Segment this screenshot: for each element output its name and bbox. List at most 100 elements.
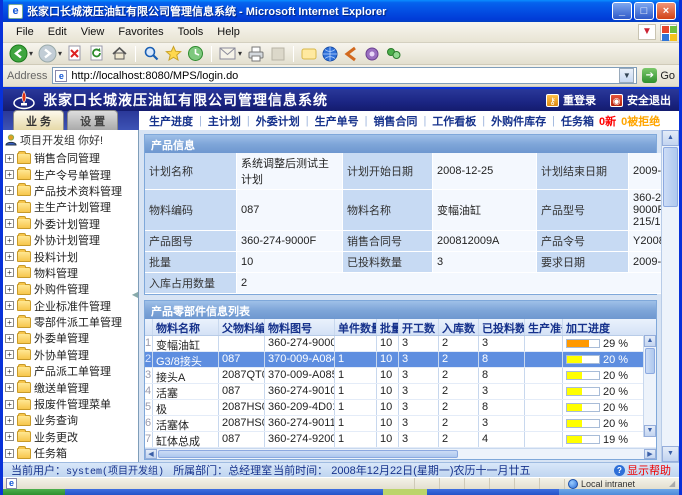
expand-plus-icon[interactable]: + [5, 383, 14, 392]
expand-plus-icon[interactable]: + [5, 285, 14, 294]
scroll-left-icon[interactable]: ◀ [145, 449, 157, 459]
scroll-up-icon[interactable]: ▲ [644, 335, 656, 347]
toolbar-refresh-icon[interactable] [87, 44, 108, 64]
tab-business[interactable]: 业 务 [13, 110, 64, 130]
scrollbar-thumb[interactable] [645, 348, 655, 374]
table-row[interactable]: 6活塞体2087HS002360-274-9011W11032320 % [145, 416, 656, 432]
toolbar-favorites-icon[interactable] [163, 44, 184, 64]
close-button[interactable]: × [656, 2, 676, 20]
sidebar-item-10[interactable]: +企业标准件管理 [5, 298, 138, 314]
nav-item-7[interactable]: 外购件库存 [491, 113, 546, 129]
toolbar-msn-messenger-icon[interactable] [383, 44, 404, 64]
sidebar-item-7[interactable]: +投料计划 [5, 248, 138, 264]
expand-plus-icon[interactable]: + [5, 236, 14, 245]
column-header[interactable]: 物料图号 [264, 319, 334, 335]
sidebar-item-11[interactable]: +零部件派工单管理 [5, 314, 138, 330]
scroll-down-icon[interactable]: ▼ [644, 425, 656, 437]
toolbar-research-icon[interactable] [362, 44, 382, 64]
menu-help[interactable]: Help [210, 24, 247, 40]
scroll-down-icon[interactable]: ▼ [662, 446, 679, 462]
system-tray[interactable] [559, 489, 679, 495]
sidebar-item-8[interactable]: +物料管理 [5, 265, 138, 281]
toolbar-edit-icon[interactable] [268, 44, 288, 64]
sidebar-item-9[interactable]: +外购件管理 [5, 281, 138, 297]
table-row[interactable]: 1变幅油缸360-274-9000F1032329 % [145, 336, 656, 352]
nav-item-4[interactable]: 生产单号 [315, 113, 359, 129]
sidebar-item-19[interactable]: +任务箱 [5, 445, 138, 461]
column-header[interactable]: 批量 [376, 319, 398, 335]
column-header[interactable]: 开工数 [398, 319, 438, 335]
sidebar-item-6[interactable]: +外协计划管理 [5, 232, 138, 248]
toolbar-back-icon[interactable]: ▾ [7, 44, 35, 64]
toolbar-discuss-icon[interactable] [299, 44, 319, 64]
dropdown-caret-icon[interactable]: ▾ [58, 49, 62, 58]
toolbar-search-icon[interactable] [141, 44, 162, 64]
nav-item-5[interactable]: 销售合同 [373, 113, 417, 129]
nav-item-8[interactable]: 任务箱 [561, 113, 594, 129]
show-help-link[interactable]: ? 显示帮助 [614, 462, 671, 478]
go-button[interactable]: ➔ Go [642, 68, 675, 83]
column-header[interactable]: 已投料数 [478, 319, 524, 335]
dropdown-caret-icon[interactable]: ▾ [29, 49, 33, 58]
column-header[interactable]: 物料名称 [152, 319, 218, 335]
menu-file[interactable]: File [9, 24, 41, 40]
dropdown-caret-icon[interactable]: ▾ [238, 49, 242, 58]
relogin-button[interactable]: ⚷ 重登录 [546, 92, 596, 108]
menu-view[interactable]: View [74, 24, 112, 40]
nav-item-1[interactable]: 生产进度 [149, 113, 193, 129]
sidebar-item-16[interactable]: +报废件管理菜单 [5, 396, 138, 412]
sidebar-item-13[interactable]: +外协单管理 [5, 347, 138, 363]
parts-table-vscrollbar[interactable]: ▲ ▼ [643, 335, 656, 437]
table-row[interactable]: 7缸体总成087360-274-9200F11032419 % [145, 432, 656, 448]
sidebar-item-15[interactable]: +缴送单管理 [5, 379, 138, 395]
sidebar-item-2[interactable]: +生产令号单管理 [5, 166, 138, 182]
parts-table-hscrollbar[interactable]: ◀ ▶ [145, 448, 656, 459]
expand-plus-icon[interactable]: + [5, 449, 14, 458]
toolbar-history-icon[interactable] [185, 44, 206, 64]
expand-plus-icon[interactable]: + [5, 252, 14, 261]
sidebar-item-17[interactable]: +业务查询 [5, 412, 138, 428]
taskbox-rejected-badge[interactable]: 0被拒绝 [621, 113, 660, 129]
sidebar-item-1[interactable]: +销售合同管理 [5, 150, 138, 166]
tab-settings[interactable]: 设 置 [67, 110, 118, 130]
column-header[interactable]: 单件数量 [334, 319, 376, 335]
taskbox-new-badge[interactable]: 0新 [599, 113, 616, 129]
scrollbar-thumb[interactable] [158, 450, 458, 458]
nav-item-6[interactable]: 工作看板 [432, 113, 476, 129]
taskbar-buttons[interactable] [65, 489, 559, 495]
sidebar-item-12[interactable]: +外委单管理 [5, 330, 138, 346]
nav-item-2[interactable]: 主计划 [208, 113, 241, 129]
expand-plus-icon[interactable]: + [5, 170, 14, 179]
table-row[interactable]: 5极2087HS002360-209-4D01011032820 % [145, 400, 656, 416]
toolbar-stop-icon[interactable] [65, 44, 86, 64]
expand-plus-icon[interactable]: + [5, 301, 14, 310]
resize-grip[interactable]: ◢ [669, 479, 679, 488]
expand-plus-icon[interactable]: + [5, 350, 14, 359]
menu-tools[interactable]: Tools [171, 24, 211, 40]
address-input[interactable]: e http://localhost:8080/MPS/login.do ▼ [52, 67, 637, 84]
toolbar-home-icon[interactable] [109, 44, 130, 64]
expand-plus-icon[interactable]: + [5, 268, 14, 277]
expand-plus-icon[interactable]: + [5, 367, 14, 376]
toolbar-forward-icon[interactable]: ▾ [36, 44, 64, 64]
sidebar-item-18[interactable]: +业务更改 [5, 429, 138, 445]
sidebar-item-3[interactable]: +产品技术资料管理 [5, 183, 138, 199]
column-header[interactable]: 入库数 [438, 319, 478, 335]
menu-favorites[interactable]: Favorites [111, 24, 170, 40]
scroll-up-icon[interactable]: ▲ [662, 130, 679, 146]
address-url[interactable]: http://localhost:8080/MPS/login.do [71, 70, 619, 82]
column-header[interactable]: 生产准备 [524, 319, 562, 335]
logout-button[interactable]: ◉ 安全退出 [610, 92, 671, 108]
expand-plus-icon[interactable]: + [5, 318, 14, 327]
toolbar-messenger-web-icon[interactable] [320, 44, 340, 64]
scroll-right-icon[interactable]: ▶ [644, 449, 656, 459]
addon-brand-icon[interactable]: ▼ [638, 24, 656, 40]
expand-plus-icon[interactable]: + [5, 334, 14, 343]
expand-plus-icon[interactable]: + [5, 400, 14, 409]
expand-plus-icon[interactable]: + [5, 432, 14, 441]
page-vscrollbar[interactable]: ▲ ▼ [661, 130, 679, 462]
scrollbar-thumb[interactable] [663, 147, 678, 207]
column-header[interactable]: 父物料编码 [218, 319, 264, 335]
toolbar-print-icon[interactable] [245, 44, 267, 64]
sidebar-item-14[interactable]: +产品派工单管理 [5, 363, 138, 379]
